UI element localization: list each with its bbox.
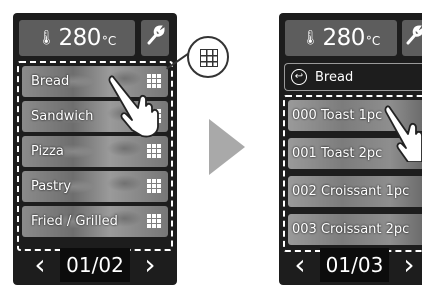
- settings-button[interactable]: [402, 20, 422, 56]
- right-arrow-icon: [209, 119, 245, 175]
- thermometer-icon: 🌡: [301, 30, 320, 46]
- pager: ‹ 01/02 ›: [27, 248, 163, 282]
- prev-page-button[interactable]: ‹: [287, 248, 313, 282]
- recipe-label: 002 Croissant 1pc: [292, 184, 410, 199]
- back-arrow-icon: ↩: [291, 69, 307, 85]
- callout-bubble: [187, 36, 229, 78]
- pager: ‹ 01/03 ›: [287, 248, 422, 282]
- category-item-pastry[interactable]: Pastry: [22, 171, 168, 202]
- temperature-button[interactable]: 🌡 280 °C: [285, 20, 397, 56]
- recipe-label: 001 Toast 2pc: [292, 146, 383, 161]
- settings-button[interactable]: [141, 20, 169, 56]
- category-label: Sandwich: [31, 109, 94, 124]
- temperature-unit: °C: [365, 34, 381, 48]
- grid-icon: [147, 179, 161, 193]
- temperature-value: 280: [322, 25, 365, 51]
- temperature-value: 280: [58, 25, 101, 51]
- recipe-label: 000 Toast 1pc: [292, 108, 383, 123]
- grid-icon: [147, 144, 161, 158]
- back-label: Bread: [315, 69, 354, 85]
- page-indicator: 01/03: [319, 248, 390, 282]
- recipe-item-croissant-2pc[interactable]: 003 Croissant 2pc: [288, 214, 422, 245]
- temperature-unit: °C: [101, 34, 117, 48]
- recipe-label: 003 Croissant 2pc: [292, 222, 410, 237]
- grid-icon: [147, 214, 161, 228]
- recipe-item-croissant-1pc[interactable]: 002 Croissant 1pc: [288, 176, 422, 207]
- category-item-pizza[interactable]: Pizza: [22, 136, 168, 167]
- next-page-button[interactable]: ›: [396, 248, 422, 282]
- back-button[interactable]: ↩ Bread: [284, 63, 422, 91]
- pointing-hand-icon: [108, 75, 159, 138]
- page-indicator: 01/02: [60, 248, 130, 282]
- pointing-hand-icon: [384, 105, 422, 162]
- category-label: Fried / Grilled: [31, 214, 118, 229]
- category-label: Pastry: [31, 179, 72, 194]
- next-page-button[interactable]: ›: [137, 248, 163, 282]
- left-device-screen: 🌡 280 °C Bread Sandwich Pizza Pastry Fri…: [13, 13, 177, 285]
- temperature-button[interactable]: 🌡 280 °C: [19, 20, 135, 56]
- wrench-icon: [404, 25, 422, 51]
- category-label: Pizza: [31, 144, 64, 159]
- thermometer-icon: 🌡: [37, 30, 56, 46]
- category-label: Bread: [31, 74, 70, 89]
- category-item-fried-grilled[interactable]: Fried / Grilled: [22, 206, 168, 237]
- wrench-icon: [145, 25, 165, 51]
- prev-page-button[interactable]: ‹: [27, 248, 53, 282]
- grid-icon: [200, 49, 218, 67]
